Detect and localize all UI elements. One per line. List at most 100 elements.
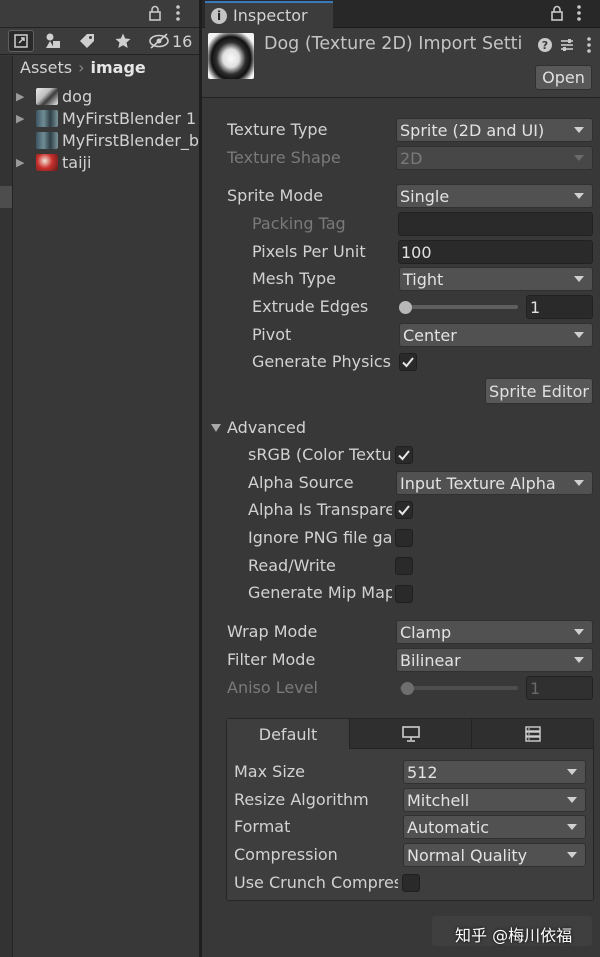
extrude-edges-input[interactable]: 1: [526, 295, 593, 319]
tab-standalone[interactable]: [349, 719, 471, 749]
expand-arrow-icon[interactable]: ▶: [16, 156, 28, 169]
packing-tag-input[interactable]: [398, 212, 593, 236]
generate-physics-label: Generate Physics S: [252, 352, 393, 371]
favorites-button[interactable]: [110, 30, 136, 52]
expand-arrow-icon[interactable]: ▶: [16, 112, 28, 125]
inspector-title: Dog (Texture 2D) Import Setti: [264, 34, 526, 54]
breadcrumb-root[interactable]: Assets: [20, 58, 72, 77]
srgb-label: sRGB (Color Textu: [248, 445, 392, 464]
platform-tabs: Default: [227, 719, 593, 749]
srgb-checkbox[interactable]: [395, 446, 413, 464]
ignore-png-gamma-checkbox[interactable]: [395, 529, 413, 547]
svg-text:?: ?: [542, 39, 548, 52]
wrap-mode-dropdown[interactable]: Clamp: [396, 620, 593, 644]
mesh-type-label: Mesh Type: [252, 269, 336, 288]
info-icon: i: [211, 8, 227, 24]
extrude-edges-label: Extrude Edges: [252, 297, 368, 316]
advanced-foldout[interactable]: Advanced: [211, 418, 306, 437]
use-crunch-label: Use Crunch Compres: [234, 873, 398, 892]
lock-icon[interactable]: [148, 5, 162, 25]
help-icon[interactable]: ?: [536, 36, 554, 54]
texture-thumbnail: [36, 88, 58, 105]
texture-shape-dropdown: 2D: [396, 146, 593, 170]
aniso-level-label: Aniso Level: [227, 678, 318, 697]
chevron-down-icon: [574, 127, 584, 133]
filter-by-label-button[interactable]: [74, 30, 100, 52]
open-button[interactable]: Open: [535, 65, 592, 90]
texture-type-dropdown[interactable]: Sprite (2D and UI): [396, 118, 593, 142]
max-size-label: Max Size: [234, 762, 305, 781]
alpha-source-label: Alpha Source: [248, 473, 354, 492]
texture-shape-label: Texture Shape: [227, 148, 341, 167]
format-label: Format: [234, 817, 290, 836]
asset-item-myfirstblender-ba[interactable]: MyFirstBlender_ba: [16, 129, 209, 151]
filter-mode-dropdown[interactable]: Bilinear: [396, 648, 593, 672]
star-icon: [114, 32, 132, 50]
texture-preview-thumbnail: [208, 33, 254, 79]
tab-server[interactable]: [471, 719, 593, 749]
asset-item-taiji[interactable]: ▶ taiji: [16, 151, 91, 173]
kebab-menu-icon[interactable]: [175, 4, 181, 26]
use-crunch-checkbox[interactable]: [402, 874, 420, 892]
asset-label: taiji: [62, 153, 91, 172]
project-folder-strip: [0, 56, 13, 957]
expand-arrow-icon[interactable]: ▶: [16, 90, 28, 103]
read-write-label: Read/Write: [248, 556, 336, 575]
chevron-down-icon: [574, 629, 584, 635]
asset-label: MyFirstBlender 1: [62, 109, 196, 128]
format-dropdown[interactable]: Automatic: [403, 815, 586, 839]
pixels-per-unit-input[interactable]: 100: [398, 240, 593, 264]
hidden-packages-toggle[interactable]: 16: [148, 30, 192, 52]
sprite-mode-label: Sprite Mode: [227, 186, 323, 205]
project-tab-bar: [0, 0, 199, 28]
checkmark-icon: [401, 355, 415, 369]
compression-dropdown[interactable]: Normal Quality: [403, 843, 586, 867]
pivot-label: Pivot: [252, 325, 291, 344]
slider-thumb: [401, 682, 414, 695]
asset-item-myfirstblender-1[interactable]: ▶ MyFirstBlender 1: [16, 107, 196, 129]
kebab-menu-icon[interactable]: [580, 36, 598, 54]
pixels-per-unit-label: Pixels Per Unit: [252, 242, 366, 261]
sprite-mode-dropdown[interactable]: Single: [396, 184, 593, 208]
read-write-checkbox[interactable]: [395, 557, 413, 575]
extrude-edges-slider[interactable]: [400, 305, 518, 309]
max-size-dropdown[interactable]: 512: [403, 760, 586, 784]
tab-inspector[interactable]: i Inspector: [205, 1, 333, 28]
ignore-png-gamma-label: Ignore PNG file gar: [248, 528, 392, 547]
generate-mip-maps-label: Generate Mip Map: [248, 583, 392, 602]
chevron-down-icon: [574, 193, 584, 199]
breadcrumb-current[interactable]: image: [90, 58, 145, 77]
mesh-type-dropdown[interactable]: Tight: [399, 267, 593, 291]
chevron-down-icon: [574, 276, 584, 282]
checkmark-icon: [397, 448, 411, 462]
tab-label: Inspector: [233, 6, 308, 25]
texture-thumbnail: [36, 110, 58, 127]
search-by-type-button[interactable]: [8, 30, 34, 52]
chevron-right-icon: ›: [78, 58, 84, 77]
resize-algorithm-label: Resize Algorithm: [234, 790, 369, 809]
lock-icon[interactable]: [550, 5, 564, 25]
checkmark-icon: [397, 503, 411, 517]
slider-thumb[interactable]: [399, 301, 412, 314]
tab-default[interactable]: Default: [227, 719, 349, 749]
presets-icon[interactable]: [558, 36, 576, 54]
resize-algorithm-dropdown[interactable]: Mitchell: [403, 788, 586, 812]
window-icon: [12, 32, 30, 50]
filter-by-type-button[interactable]: [40, 30, 66, 52]
filter-mode-label: Filter Mode: [227, 650, 315, 669]
chevron-down-icon: [567, 797, 577, 803]
asset-item-dog[interactable]: ▶dog: [16, 85, 92, 107]
sprite-editor-button[interactable]: Sprite Editor: [485, 378, 593, 404]
generate-mip-maps-checkbox[interactable]: [395, 585, 413, 603]
asset-label: MyFirstBlender_ba: [62, 131, 209, 150]
texture-thumbnail: [36, 132, 58, 149]
chevron-down-icon: [574, 332, 584, 338]
alpha-source-dropdown[interactable]: Input Texture Alpha: [396, 471, 593, 495]
alpha-transparency-checkbox[interactable]: [395, 501, 413, 519]
generate-physics-checkbox[interactable]: [399, 353, 417, 371]
chevron-down-icon: [574, 480, 584, 486]
pivot-dropdown[interactable]: Center: [399, 323, 593, 347]
foldout-arrow-icon: [211, 424, 221, 432]
kebab-menu-icon[interactable]: [576, 4, 582, 26]
chevron-down-icon: [574, 155, 584, 161]
